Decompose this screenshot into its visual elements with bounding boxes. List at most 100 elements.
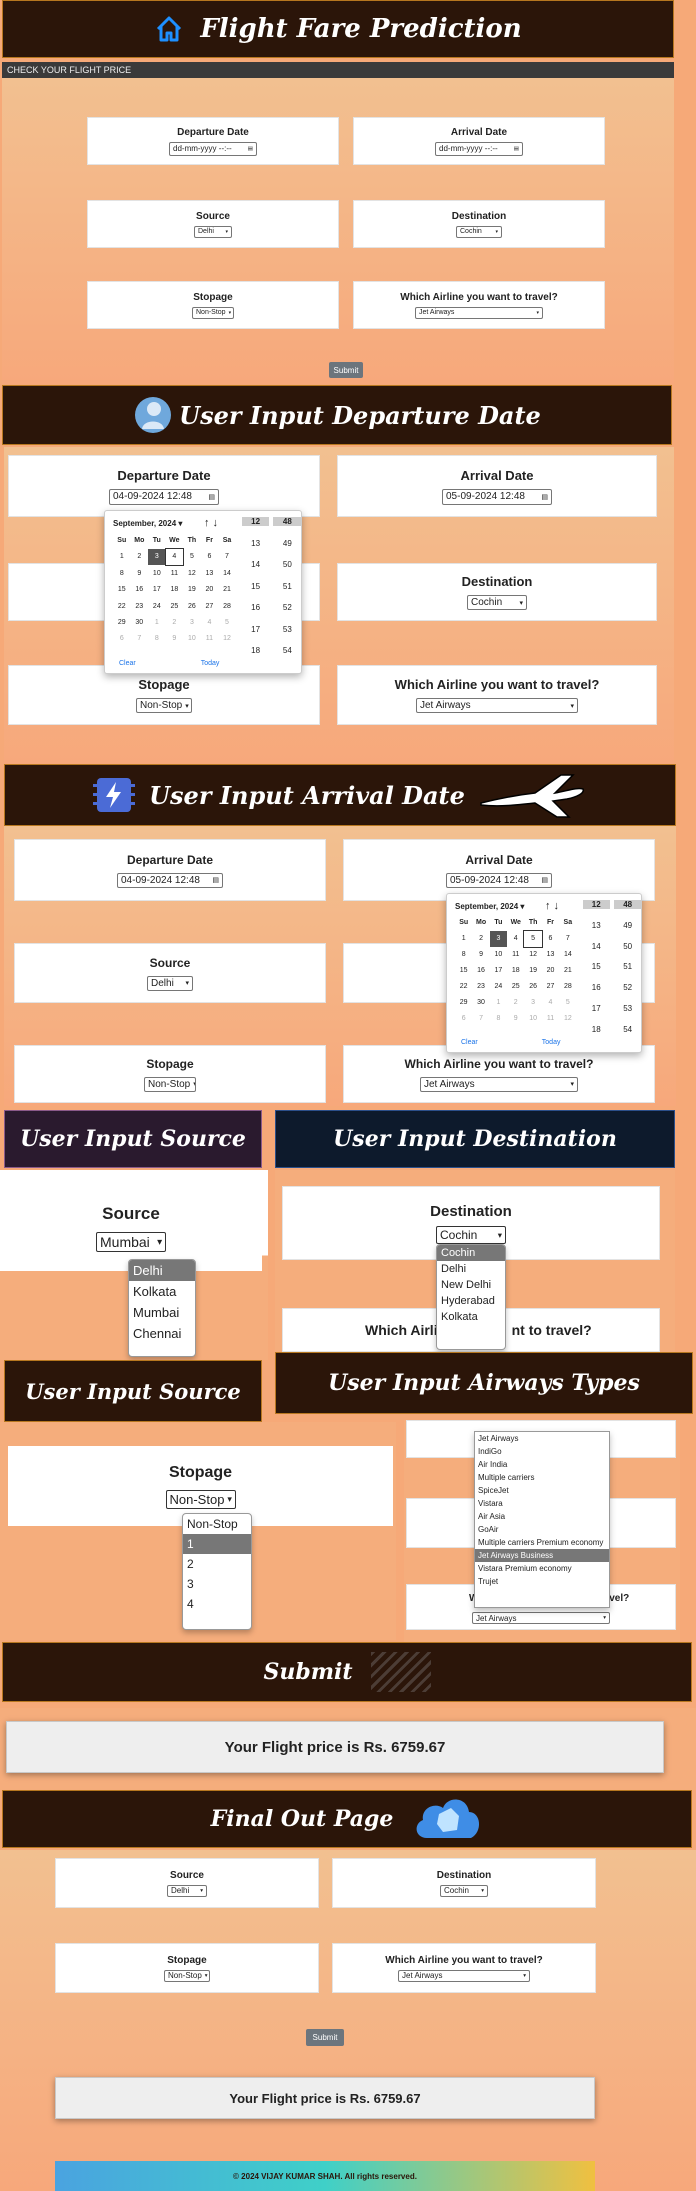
dropdown-option[interactable]: SpiceJet <box>475 1484 609 1497</box>
source-select[interactable]: Delhi ▾ <box>194 225 232 238</box>
calendar-day[interactable]: 2 <box>131 549 149 565</box>
dropdown-option[interactable]: Jet Airways <box>475 1432 609 1445</box>
calendar-day[interactable]: 12 <box>218 631 236 647</box>
dropdown-option[interactable]: Delhi <box>129 1260 195 1281</box>
calendar-day[interactable]: 3 <box>489 930 508 947</box>
calendar-clear-button[interactable]: Clear <box>119 660 136 667</box>
calendar-day[interactable]: 15 <box>455 963 472 979</box>
calendar-day[interactable]: 14 <box>218 565 236 581</box>
dropdown-option[interactable]: Air Asia <box>475 1510 609 1523</box>
calendar-day[interactable]: 11 <box>166 565 184 581</box>
calendar-day[interactable]: 7 <box>472 1011 489 1027</box>
calendar-hour[interactable]: 18 <box>583 1025 610 1034</box>
calendar-minute[interactable]: 49 <box>614 921 641 930</box>
calendar-hour[interactable]: 16 <box>583 983 610 992</box>
calendar-day[interactable]: 4 <box>542 995 559 1011</box>
airline-select[interactable]: Jet Airways ▾ <box>472 1612 610 1624</box>
calendar-day[interactable]: 1 <box>113 549 131 565</box>
destination-select[interactable]: Cochin ▾ <box>440 1884 488 1897</box>
calendar-day[interactable]: 3 <box>524 995 541 1011</box>
dropdown-option[interactable]: Cochin <box>437 1245 505 1261</box>
calendar-minute[interactable]: 52 <box>273 603 301 612</box>
calendar-day[interactable]: 1 <box>490 995 507 1011</box>
calendar-day[interactable]: 9 <box>166 631 184 647</box>
calendar-nav-arrows-icon[interactable]: ↑ ↓ <box>204 517 218 529</box>
calendar-day[interactable]: 29 <box>455 995 472 1011</box>
calendar-today-button[interactable]: Today <box>201 660 220 667</box>
dropdown-option[interactable]: Jet Airways Business <box>475 1549 609 1562</box>
calendar-hour[interactable]: 12 <box>241 517 270 526</box>
arrival-input[interactable]: dd-mm-yyyy --:-- ▤ <box>435 141 523 156</box>
calendar-today-button[interactable]: Today <box>542 1039 561 1046</box>
calendar-day[interactable]: 11 <box>507 947 524 963</box>
calendar-day[interactable]: 6 <box>542 931 559 947</box>
dropdown-option[interactable]: IndiGo <box>475 1445 609 1458</box>
calendar-hour[interactable]: 17 <box>242 625 270 634</box>
calendar-day[interactable]: 7 <box>131 631 149 647</box>
calendar-hour-column[interactable]: 12 13 14 15 16 17 18 <box>582 900 610 1034</box>
calendar-hour[interactable]: 18 <box>242 646 270 655</box>
calendar-hour-column[interactable]: 12 13 14 15 16 17 18 <box>241 517 270 655</box>
calendar-day[interactable]: 24 <box>490 979 507 995</box>
calendar-day[interactable]: 28 <box>559 979 576 995</box>
calendar-icon[interactable]: ▤ <box>248 146 253 152</box>
dropdown-option[interactable]: GoAir <box>475 1523 609 1536</box>
dropdown-option[interactable]: Vistara <box>475 1497 609 1510</box>
dropdown-option[interactable]: Kolkata <box>129 1281 195 1302</box>
calendar-day[interactable]: 26 <box>524 979 541 995</box>
calendar-day[interactable]: 26 <box>183 598 201 614</box>
calendar-day[interactable]: 23 <box>472 979 489 995</box>
calendar-day[interactable]: 6 <box>455 1011 472 1027</box>
calendar-day[interactable]: 13 <box>542 947 559 963</box>
calendar-icon[interactable]: ▤ <box>541 876 548 884</box>
dropdown-option[interactable]: Vistara Premium economy <box>475 1562 609 1575</box>
dropdown-option[interactable]: 3 <box>183 1574 251 1594</box>
calendar-icon[interactable]: ▤ <box>208 493 215 501</box>
calendar-day[interactable]: 28 <box>218 598 236 614</box>
calendar-minute[interactable]: 48 <box>273 517 302 526</box>
calendar-day[interactable]: 2 <box>166 614 184 630</box>
calendar-icon[interactable]: ▤ <box>514 146 519 152</box>
calendar-day[interactable]: 5 <box>559 995 576 1011</box>
calendar-day[interactable]: 19 <box>524 963 541 979</box>
destination-select[interactable]: Cochin ▾ <box>467 595 527 610</box>
calendar-day[interactable]: 4 <box>164 547 185 567</box>
dropdown-option[interactable]: Non-Stop <box>183 1514 251 1534</box>
stopage-select[interactable]: Non-Stop▾ <box>165 1489 236 1509</box>
dropdown-option[interactable]: Chennai <box>129 1323 195 1344</box>
calendar-day[interactable]: 20 <box>201 581 219 597</box>
submit-button[interactable]: Submit <box>306 2029 344 2046</box>
calendar-day[interactable]: 10 <box>524 1011 541 1027</box>
departure-input[interactable]: 04-09-2024 12:48 ▤ <box>109 488 219 505</box>
calendar-day[interactable]: 18 <box>166 581 184 597</box>
stopage-select[interactable]: Non-Stop▾ <box>192 306 234 319</box>
calendar-day[interactable]: 2 <box>507 995 524 1011</box>
dropdown-option[interactable]: Mumbai <box>129 1302 195 1323</box>
calendar-day[interactable]: 15 <box>113 581 131 597</box>
calendar-month-label[interactable]: September, 2024 ▾ <box>113 519 182 528</box>
calendar-day[interactable]: 18 <box>507 963 524 979</box>
calendar-minute[interactable]: 54 <box>273 646 301 655</box>
calendar-day[interactable]: 7 <box>218 549 236 565</box>
calendar-day[interactable]: 1 <box>148 614 166 630</box>
departure-input[interactable]: 04-09-2024 12:48 ▤ <box>117 872 223 888</box>
calendar-day[interactable]: 23 <box>131 598 149 614</box>
stopage-select[interactable]: Non-Stop▾ <box>136 698 192 713</box>
calendar-minute[interactable]: 52 <box>614 983 641 992</box>
calendar-day[interactable]: 11 <box>542 1011 559 1027</box>
home-icon[interactable] <box>154 14 184 44</box>
calendar-hour[interactable]: 13 <box>242 539 270 548</box>
calendar-day[interactable]: 20 <box>542 963 559 979</box>
stopage-select[interactable]: Non-Stop▾ <box>164 1969 210 1982</box>
calendar-day[interactable]: 13 <box>201 565 219 581</box>
calendar-minute[interactable]: 51 <box>273 582 301 591</box>
calendar-month-label[interactable]: September, 2024 ▾ <box>455 902 524 911</box>
calendar-day[interactable]: 7 <box>559 931 576 947</box>
calendar-day[interactable]: 24 <box>148 598 166 614</box>
calendar-day[interactable]: 10 <box>183 631 201 647</box>
calendar-day[interactable]: 12 <box>559 1011 576 1027</box>
calendar-clear-button[interactable]: Clear <box>461 1039 478 1046</box>
dropdown-option[interactable]: Hyderabad <box>437 1293 505 1309</box>
calendar-day[interactable]: 27 <box>542 979 559 995</box>
source-select[interactable]: Delhi ▾ <box>147 975 193 991</box>
